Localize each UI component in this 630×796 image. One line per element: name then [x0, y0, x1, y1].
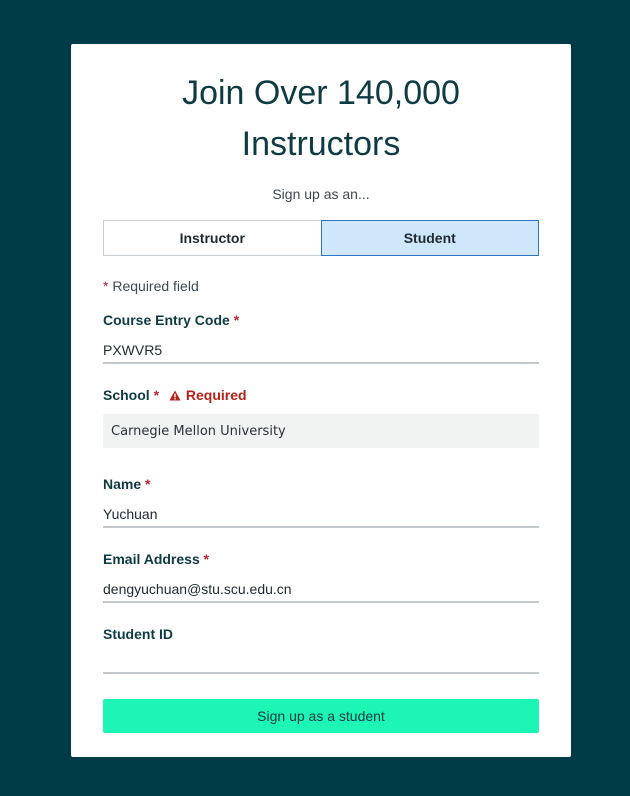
student-role-button[interactable]: Student	[320, 220, 539, 256]
title-line-1: Join Over 140,000	[182, 74, 460, 112]
warning-triangle-icon	[169, 390, 181, 401]
required-star: *	[203, 551, 210, 567]
required-star: *	[233, 312, 240, 328]
student-id-input[interactable]	[103, 648, 539, 674]
title-line-2: Instructors	[241, 125, 401, 163]
role-toggle: Instructor Student	[103, 220, 539, 256]
instructor-role-button[interactable]: Instructor	[103, 220, 321, 256]
required-note-text: Required field	[112, 278, 199, 294]
page-title: Join Over 140,000 Instructors	[71, 68, 571, 170]
required-field-note: * Required field	[103, 278, 199, 294]
school-error-text: Required	[185, 387, 247, 403]
course-entry-code-label: Course Entry Code *	[103, 312, 239, 328]
course-entry-code-label-text: Course Entry Code	[103, 312, 230, 328]
required-star: *	[103, 278, 109, 294]
course-entry-code-input[interactable]	[103, 338, 539, 364]
signup-card: Join Over 140,000 Instructors Sign up as…	[71, 44, 571, 757]
name-input[interactable]	[103, 502, 539, 528]
name-label-text: Name	[103, 476, 142, 492]
school-select[interactable]: Carnegie Mellon University	[103, 414, 539, 448]
signup-subtitle: Sign up as an...	[272, 186, 370, 202]
school-error: Required	[169, 387, 247, 403]
name-label: Name *	[103, 476, 150, 492]
email-input[interactable]	[103, 577, 539, 603]
email-label-text: Email Address	[103, 551, 200, 567]
required-star: *	[153, 387, 160, 403]
student-id-label: Student ID	[103, 626, 173, 642]
email-label: Email Address *	[103, 551, 209, 567]
school-label-text: School	[103, 387, 150, 403]
sign-up-button[interactable]: Sign up as a student	[103, 699, 539, 733]
school-label: School * Required	[103, 387, 247, 403]
required-star: *	[145, 476, 151, 492]
